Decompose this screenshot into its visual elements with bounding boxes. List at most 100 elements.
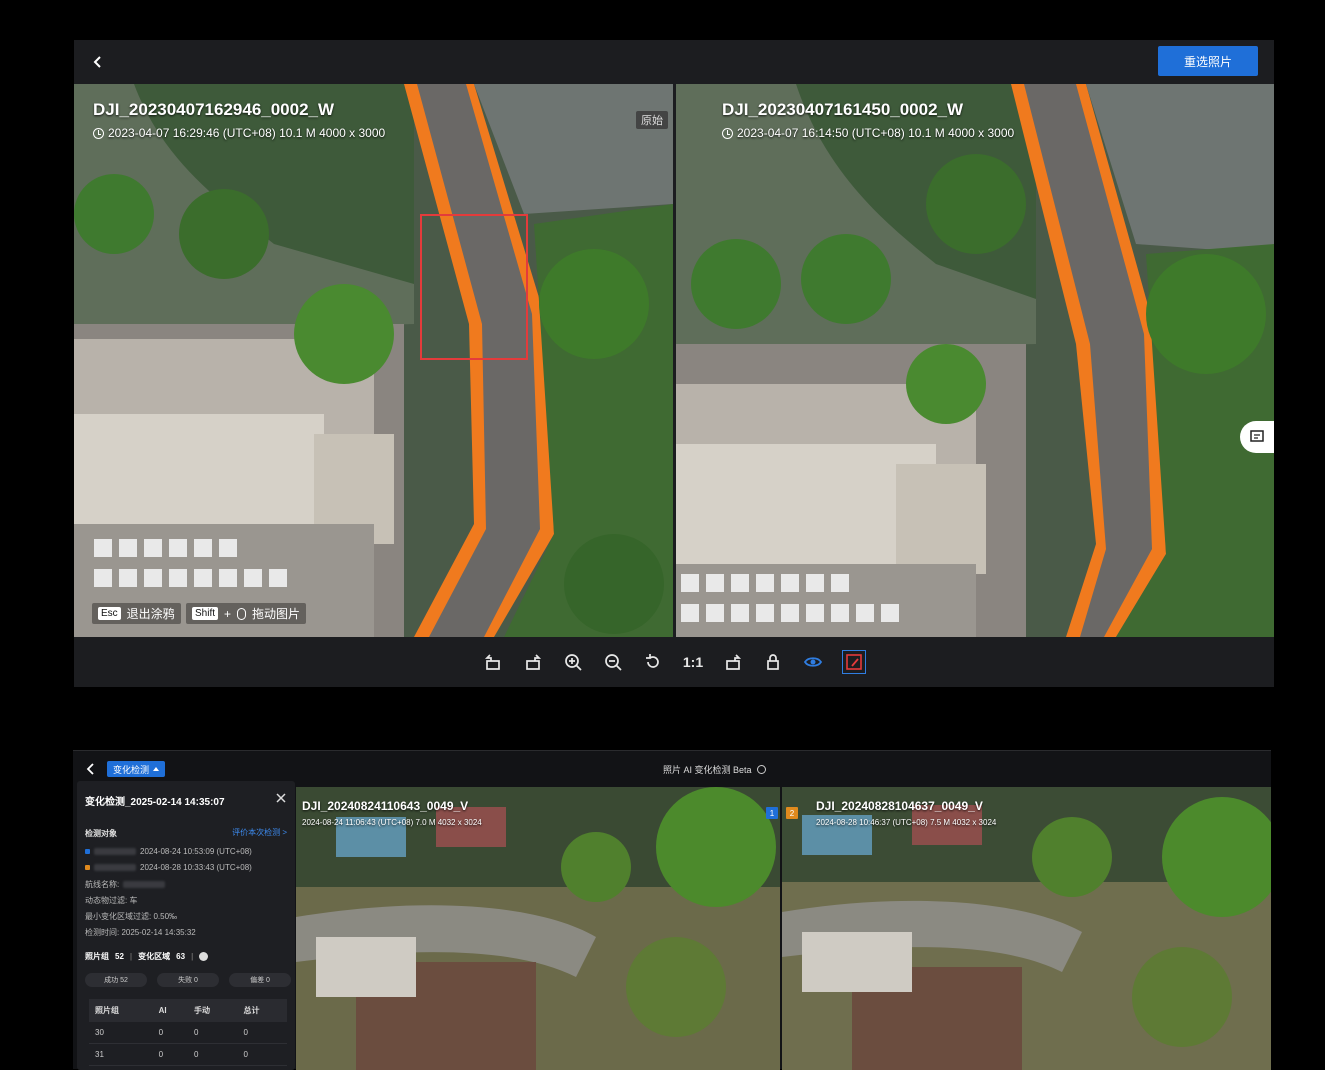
min-area-filter: 最小变化区域过滤: 0.50‰ (85, 912, 178, 921)
table-row[interactable]: 31 0 0 0 (89, 1043, 287, 1066)
col-header: 总计 (237, 999, 287, 1022)
route-name: 航线名称: (85, 879, 166, 890)
photo-title: DJI_20240824110643_0049_V (302, 799, 469, 813)
divider: | (191, 952, 194, 961)
aerial-photo-1 (296, 787, 780, 1070)
pill-fail[interactable]: 失败 0 (157, 973, 219, 987)
orange-marker-icon (85, 865, 90, 870)
cell: 0 (187, 1043, 238, 1066)
zoom-out-icon (605, 654, 622, 671)
cell: 30 (89, 1022, 153, 1044)
photo-group-label: 照片组 (85, 952, 109, 961)
photo-index-badge: 1 (766, 807, 778, 819)
rotate-left-button[interactable] (483, 652, 503, 672)
zoom-in-button[interactable] (563, 652, 583, 672)
ai-detect-button[interactable] (803, 652, 823, 672)
evaluate-link[interactable]: 评价本次检测 > (232, 827, 287, 838)
pill-success[interactable]: 成功 52 (85, 973, 147, 987)
clock-icon (93, 127, 104, 139)
clock-icon (722, 127, 733, 139)
mode-label: 变化检测 (113, 764, 150, 775)
rotate-left-icon (484, 654, 500, 670)
chevron-left-icon (93, 56, 101, 68)
col-header: AI (152, 999, 188, 1022)
reset-button[interactable] (643, 652, 663, 672)
target-2-time: 2024-08-28 10:33:43 (UTC+08) (140, 863, 252, 872)
target-2: 2024-08-28 10:33:43 (UTC+08) (85, 863, 252, 872)
change-area-label: 变化区域 (138, 952, 171, 961)
photo-title: DJI_20240828104637_0049_V (816, 799, 983, 813)
change-detection-window: 变化检测 照片 AI 变化检测 Beta 变化检测_2025-02-14 14:… (73, 750, 1271, 1070)
comment-button[interactable] (1240, 421, 1274, 453)
hint-drag-text: 拖动图片 (252, 607, 301, 621)
rotate-right-button[interactable] (523, 652, 543, 672)
cell: 0 (237, 1022, 287, 1044)
photo-2-viewer[interactable]: DJI_20240828104637_0049_V 2024-08-28 10:… (782, 787, 1271, 1070)
photo-meta: 2024-08-28 10:46:37 (UTC+08) 7.5 M 4032 … (816, 818, 997, 827)
pencil-box-icon (846, 654, 862, 670)
detect-time: 检测时间: 2025-02-14 14:35:32 (85, 928, 196, 937)
flip-button[interactable] (723, 652, 743, 672)
flip-icon (726, 654, 742, 670)
window-title-text: 照片 AI 变化检测 Beta (663, 765, 752, 775)
annotation-box[interactable] (420, 214, 528, 360)
photo-meta-text: 2023-04-07 16:29:46 (UTC+08) 10.1 M 4000… (108, 126, 386, 140)
photo-meta-text: 2023-04-07 16:14:50 (UTC+08) 10.1 M 4000… (737, 126, 1015, 140)
photo-meta: 2023-04-07 16:14:50 (UTC+08) 10.1 M 4000… (722, 126, 1014, 140)
comment-icon (1250, 430, 1264, 442)
photo-title: DJI_20230407161450_0002_W (722, 100, 964, 119)
target-1-time: 2024-08-24 10:53:09 (UTC+08) (140, 847, 252, 856)
back-button[interactable] (88, 52, 108, 72)
rotate-right-icon (526, 654, 542, 670)
zoom-out-button[interactable] (603, 652, 623, 672)
compare-photo-viewer[interactable]: DJI_20230407161450_0002_W 2023-04-07 16:… (676, 84, 1274, 637)
photo-compare-window: 重选照片 DJI_20230407162946_0002_W 2023-04-0… (74, 40, 1274, 687)
detection-panel: 变化检测_2025-02-14 14:35:07 检测对象 评价本次检测 > 2… (77, 781, 295, 1070)
hint-plus: + (224, 606, 232, 621)
draw-annotation-button[interactable] (842, 650, 866, 674)
hint-shift-drag: Shift + 拖动图片 (186, 603, 307, 624)
lock-button[interactable] (763, 652, 783, 672)
status-pills: 成功 52 失败 0 偏差 0 (85, 973, 291, 987)
original-photo-viewer[interactable]: DJI_20230407162946_0002_W 2023-04-07 16:… (74, 84, 673, 637)
target-1: 2024-08-24 10:53:09 (UTC+08) (85, 847, 252, 856)
mode-dropdown[interactable]: 变化检测 (107, 761, 166, 777)
pill-offset[interactable]: 偏差 0 (229, 973, 291, 987)
close-icon (276, 793, 286, 803)
table-header: 照片组 AI 手动 总计 (89, 999, 287, 1022)
reselect-photos-button[interactable]: 重选照片 (1158, 46, 1258, 76)
stats-row: 照片组 52 | 变化区域 63 | (85, 951, 209, 962)
photo-1-viewer[interactable]: DJI_20240824110643_0049_V 2024-08-24 11:… (296, 787, 780, 1070)
mouse-icon (237, 607, 247, 620)
top-bar: 重选照片 (74, 40, 1274, 84)
close-button[interactable] (275, 791, 287, 803)
photo-title: DJI_20230407162946_0002_W (93, 100, 335, 119)
palette-icon[interactable] (199, 952, 209, 961)
table-row[interactable]: 30 0 0 0 (89, 1022, 287, 1044)
hint-esc-text: 退出涂鸦 (126, 607, 175, 621)
col-header: 手动 (187, 999, 238, 1022)
eye-ai-icon (803, 657, 823, 667)
cell: 31 (89, 1043, 153, 1066)
section-target: 检测对象 (85, 829, 117, 838)
caret-up-icon (153, 767, 160, 771)
hint-esc: Esc 退出涂鸦 (92, 603, 181, 624)
redacted-route (123, 881, 166, 888)
col-header: 照片组 (89, 999, 153, 1022)
chevron-left-icon (86, 763, 94, 775)
actual-size-button[interactable]: 1:1 (683, 652, 703, 672)
back-button[interactable] (83, 761, 99, 777)
dynamic-filter: 动态物过滤: 车 (85, 896, 138, 905)
cell: 0 (187, 1022, 238, 1044)
blue-marker-icon (85, 849, 90, 854)
cell: 0 (152, 1043, 188, 1066)
group-table: 照片组 AI 手动 总计 30 0 0 0 31 0 0 0 (89, 999, 287, 1066)
zoom-in-icon (565, 654, 582, 671)
window-title: 照片 AI 变化检测 Beta (663, 763, 766, 776)
info-icon[interactable] (756, 765, 766, 774)
aerial-photo-original (74, 84, 673, 637)
photo-group-count: 52 (115, 952, 124, 961)
shift-key: Shift (192, 607, 219, 620)
lock-icon (767, 654, 779, 670)
change-area-count: 63 (176, 952, 186, 961)
